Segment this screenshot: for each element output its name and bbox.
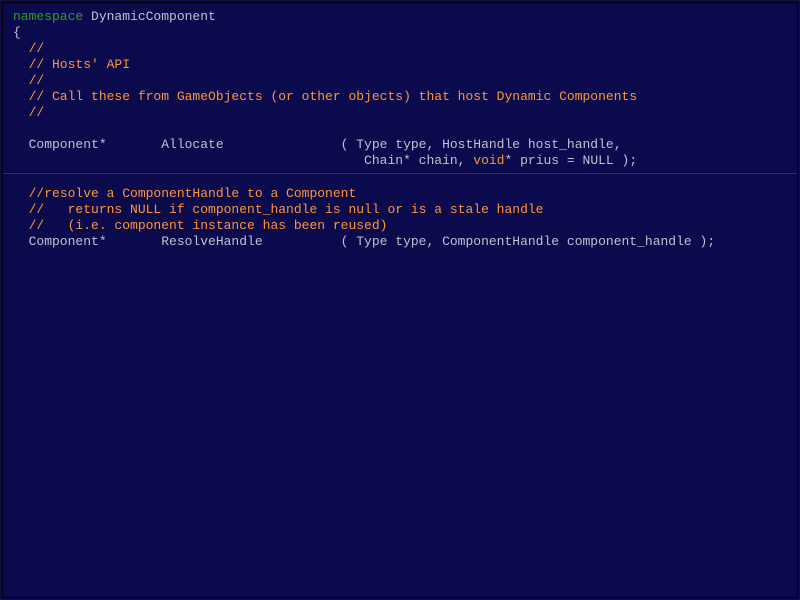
separator-rule xyxy=(3,173,797,174)
brace-open: { xyxy=(13,25,21,40)
slide-frame: namespace DynamicComponent { // // Hosts… xyxy=(2,2,798,598)
signature-allocate-line2-post: * prius = NULL ); xyxy=(505,153,638,168)
code-block: namespace DynamicComponent { // // Hosts… xyxy=(3,3,797,169)
comment-line: // (i.e. component instance has been reu… xyxy=(13,218,387,233)
keyword-namespace: namespace xyxy=(13,9,83,24)
namespace-name: DynamicComponent xyxy=(83,9,216,24)
comment-line: // Hosts' API xyxy=(13,57,130,72)
code-block-lower: //resolve a ComponentHandle to a Compone… xyxy=(3,180,797,250)
comment-line: // xyxy=(13,73,44,88)
comment-line: // returns NULL if component_handle is n… xyxy=(13,202,544,217)
signature-allocate-line1: Component* Allocate ( Type type, HostHan… xyxy=(13,137,622,152)
signature-allocate-line2-pre: Chain* chain, xyxy=(13,153,473,168)
comment-line: // xyxy=(13,41,44,56)
keyword-void: void xyxy=(473,153,504,168)
comment-line: // Call these from GameObjects (or other… xyxy=(13,89,637,104)
comment-line: // xyxy=(13,105,44,120)
signature-resolvehandle: Component* ResolveHandle ( Type type, Co… xyxy=(13,234,715,249)
comment-line: //resolve a ComponentHandle to a Compone… xyxy=(13,186,356,201)
